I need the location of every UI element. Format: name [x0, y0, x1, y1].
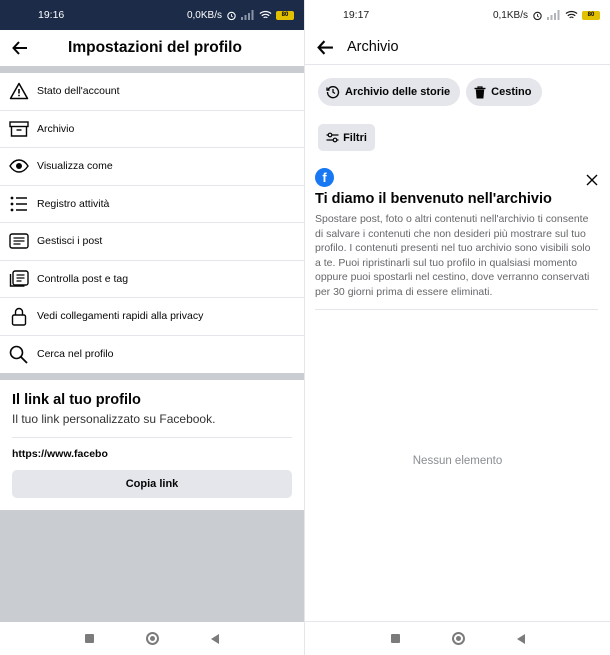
status-bar: 19:17 0,1KB/s 80: [305, 0, 610, 30]
menu-item-review-posts-tags[interactable]: Controlla post e tag: [0, 261, 304, 298]
close-button[interactable]: [586, 173, 598, 191]
empty-area: [0, 510, 304, 622]
back-nav-button[interactable]: [211, 633, 219, 644]
facebook-logo-icon: f: [315, 168, 334, 187]
triangle-back-icon: [211, 633, 219, 644]
welcome-title: Ti diamo il benvenuto nell'archivio: [315, 191, 552, 207]
alarm-icon: [533, 11, 542, 20]
section-divider: [0, 373, 304, 380]
search-icon: [9, 345, 28, 364]
square-icon: [85, 634, 94, 643]
menu-item-label: Archivio: [37, 122, 75, 135]
wifi-icon: [565, 10, 578, 19]
profile-link-card: Il link al tuo profilo Il tuo link perso…: [0, 380, 304, 512]
circle-icon: [146, 632, 159, 645]
menu-item-label: Vedi collegamenti rapidi alla privacy: [37, 310, 204, 323]
menu-item-privacy-shortcuts[interactable]: Vedi collegamenti rapidi alla privacy: [0, 298, 304, 336]
divider: [12, 437, 292, 438]
page-title: Archivio: [347, 39, 399, 55]
chip-label: Archivio delle storie: [345, 86, 451, 98]
profile-link-title: Il link al tuo profilo: [12, 392, 141, 408]
battery-icon: 80: [276, 10, 294, 20]
header: Impostazioni del profilo: [0, 30, 304, 66]
settings-menu: Stato dell'account Archivio Visualizza c…: [0, 73, 304, 373]
arrow-left-icon: [316, 39, 333, 55]
profile-link-url[interactable]: https://www.faceboo: [12, 448, 108, 460]
signal-icon: [241, 10, 254, 20]
review-posts-icon: [9, 270, 29, 287]
back-button[interactable]: [0, 30, 40, 66]
home-button[interactable]: [146, 632, 159, 645]
status-time: 19:17: [343, 9, 370, 21]
alarm-icon: [227, 11, 236, 20]
posts-icon: [8, 233, 29, 249]
square-icon: [390, 634, 400, 643]
home-button[interactable]: [451, 632, 465, 645]
navigation-bar: [0, 622, 304, 655]
menu-item-label: Controlla post e tag: [37, 272, 129, 285]
arrow-left-icon: [12, 41, 27, 55]
filters-label: Filtri: [343, 131, 367, 144]
back-nav-button[interactable]: [516, 633, 525, 644]
status-bar: 19:16 0,0KB/s 80: [0, 0, 304, 30]
story-archive-chip[interactable]: Archivio delle storie: [318, 78, 461, 106]
header: Archivio: [305, 30, 610, 65]
history-icon: [326, 86, 340, 99]
welcome-body: Spostare post, foto o altri contenuti ne…: [315, 213, 591, 298]
copy-link-button[interactable]: Copia link: [12, 470, 292, 498]
triangle-back-icon: [516, 633, 525, 644]
menu-item-manage-posts[interactable]: Gestisci i post: [0, 223, 304, 261]
menu-item-label: Cerca nel profilo: [37, 348, 114, 361]
sliders-icon: [326, 132, 339, 143]
filters-button[interactable]: Filtri: [318, 124, 375, 151]
archive-tabs: Archivio delle storie Cestino: [305, 65, 610, 106]
menu-item-label: Gestisci i post: [37, 235, 103, 248]
chip-label: Cestino: [491, 86, 532, 98]
empty-state-label: Nessun elemento: [412, 455, 503, 467]
recents-button[interactable]: [85, 634, 94, 643]
menu-item-label: Visualizza come: [37, 160, 113, 173]
list-icon: [10, 196, 27, 212]
menu-item-label: Registro attività: [37, 197, 110, 210]
menu-item-label: Stato dell'account: [37, 85, 120, 98]
navigation-bar: [305, 622, 610, 655]
left-screen: 19:16 0,0KB/s 80 Impostazioni del profil…: [0, 0, 304, 655]
signal-icon: [547, 10, 560, 20]
network-speed: 0,1KB/s: [492, 9, 528, 21]
eye-icon: [8, 159, 29, 173]
right-screen: 19:17 0,1KB/s 80 Archivio Archivio delle…: [305, 0, 610, 655]
trash-chip[interactable]: Cestino: [466, 78, 542, 106]
status-time: 19:16: [38, 9, 65, 21]
lock-icon: [11, 307, 26, 326]
profile-link-subtitle: Il tuo link personalizzato su Facebook.: [12, 412, 216, 426]
archive-icon: [8, 121, 29, 137]
section-divider: [0, 66, 304, 73]
recents-button[interactable]: [390, 634, 400, 643]
menu-item-search-profile[interactable]: Cerca nel profilo: [0, 336, 304, 374]
network-speed: 0,0KB/s: [186, 9, 222, 21]
circle-icon: [451, 632, 465, 645]
menu-item-activity-log[interactable]: Registro attività: [0, 186, 304, 223]
close-icon: [586, 174, 598, 186]
divider: [315, 309, 598, 310]
warning-icon: [9, 83, 28, 100]
menu-item-view-as[interactable]: Visualizza come: [0, 148, 304, 186]
menu-item-archive[interactable]: Archivio: [0, 111, 304, 148]
welcome-card: f Ti diamo il benvenuto nell'archivio Sp…: [305, 151, 610, 310]
back-button[interactable]: [305, 29, 345, 65]
page-title: Impostazioni del profilo: [68, 39, 242, 56]
wifi-icon: [259, 10, 272, 19]
battery-icon: 80: [582, 10, 600, 20]
menu-item-account-status[interactable]: Stato dell'account: [0, 73, 304, 111]
trash-icon: [474, 85, 486, 98]
